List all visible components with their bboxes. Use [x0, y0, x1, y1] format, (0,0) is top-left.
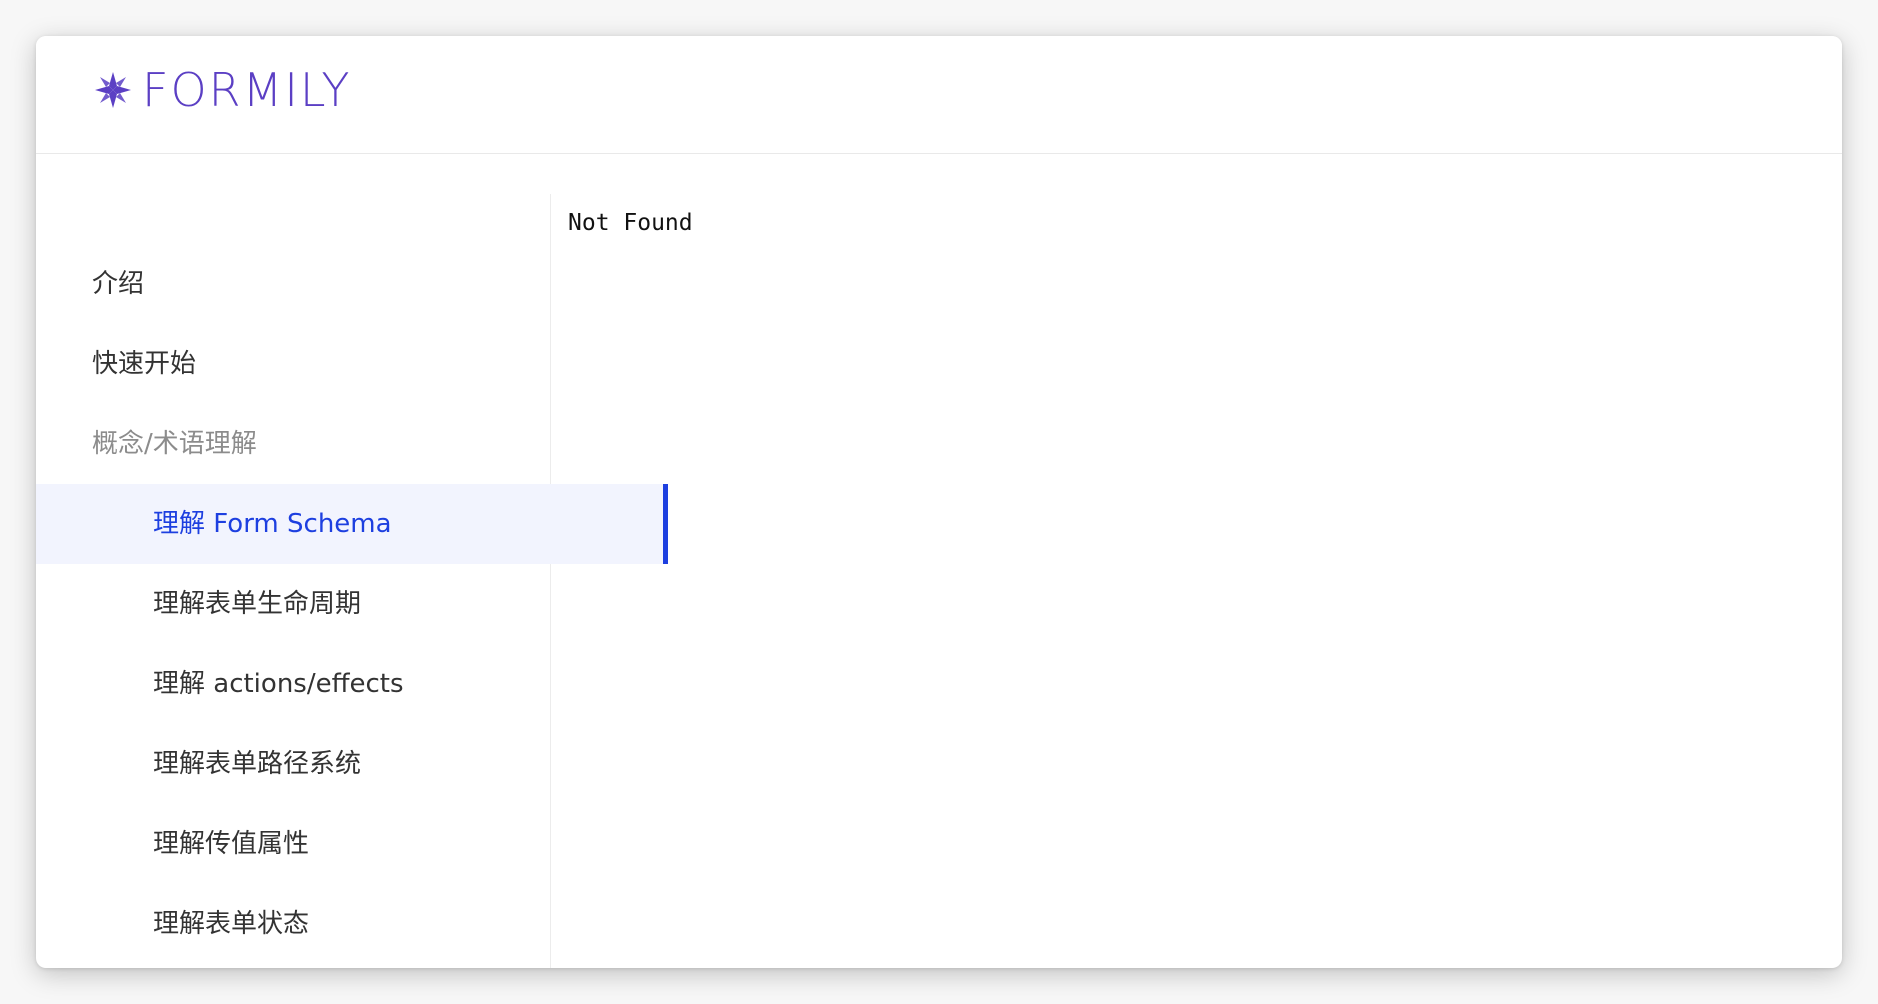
- sidebar-item-form-state[interactable]: 理解表单状态: [36, 884, 667, 964]
- formily-logo-icon: [95, 72, 131, 108]
- site-header: FORMILY: [36, 36, 1842, 154]
- sidebar-item-intro[interactable]: 介绍: [36, 244, 606, 324]
- screen: FORMILY 介绍 快速开始 概念/术语理解 理解 Form Schema 理…: [0, 0, 1878, 1004]
- sidebar-item-path-system[interactable]: 理解表单路径系统: [36, 724, 667, 804]
- main-content: Not Found: [568, 208, 1768, 238]
- browser-window: FORMILY 介绍 快速开始 概念/术语理解 理解 Form Schema 理…: [36, 36, 1842, 968]
- sidebar-item-actions-effects[interactable]: 理解 actions/effects: [36, 644, 667, 724]
- not-found-message: Not Found: [568, 210, 693, 236]
- sidebar-item-quick-start[interactable]: 快速开始: [36, 324, 606, 404]
- site-logo[interactable]: FORMILY: [92, 67, 352, 113]
- logo-text: FORMILY: [142, 63, 352, 117]
- sidebar-item-lifecycle[interactable]: 理解表单生命周期: [36, 564, 667, 644]
- sidebar-group-concepts: 概念/术语理解: [92, 429, 257, 459]
- sidebar-item-form-schema[interactable]: 理解 Form Schema: [36, 484, 668, 564]
- sidebar-item-props[interactable]: 理解传值属性: [36, 804, 667, 884]
- sidebar-nav: 介绍 快速开始 概念/术语理解 理解 Form Schema 理解表单生命周期 …: [36, 194, 668, 968]
